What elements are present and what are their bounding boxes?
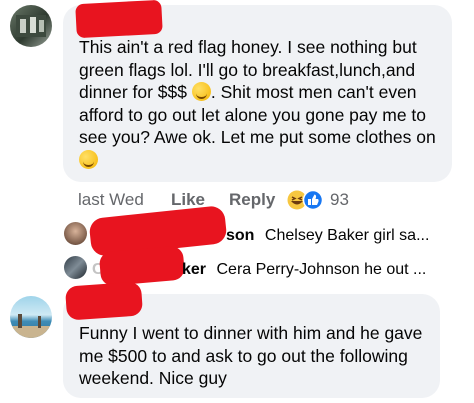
rofl-face-icon	[79, 149, 98, 169]
reply-preview: Cera Perry-Johnson he out ...	[216, 261, 427, 278]
comment-line	[79, 149, 449, 172]
comment-fragment: . Shit most men can't even	[210, 82, 417, 102]
reply-summary[interactable]: ker Cera Perry-Johnson he out ...	[182, 259, 426, 281]
like-label: Like	[171, 190, 206, 209]
comment-text: This ain't a red flag honey. I see nothi…	[79, 36, 449, 171]
comment-line: see you? Awe ok. Let me put some clothes…	[79, 127, 436, 147]
reply-label: Reply	[229, 190, 276, 209]
reply-author-fragment: son	[226, 227, 255, 244]
haha-like-reaction-icons	[287, 189, 324, 211]
commenter-avatar[interactable]	[10, 5, 52, 47]
comment-line: me $500 to and ask to go out the followi…	[79, 345, 408, 366]
comment-line: This ain't a red flag honey. I see nothi…	[79, 37, 417, 57]
reply-author-fragment: ker	[182, 261, 207, 278]
comment-line: weekend. Nice guy	[79, 368, 227, 388]
redacted-reply-author	[98, 245, 186, 287]
comment-line: green flags lol. I'll go to breakfast,lu…	[79, 59, 416, 80]
redacted-author-name	[75, 0, 163, 39]
comment-timestamp[interactable]: last Wed	[78, 190, 144, 209]
comment-text: Funny I went to dinner with him and he g…	[79, 322, 439, 390]
reply-avatar[interactable]	[64, 256, 87, 279]
reply-avatar[interactable]	[64, 222, 87, 245]
comment-meta-row: last Wed	[78, 188, 144, 212]
comment-line: Funny I went to dinner with him and he g…	[79, 323, 423, 343]
comment-fragment: dinner for $$$	[79, 82, 187, 102]
avatar-photo-icon	[16, 15, 46, 37]
reactions-summary[interactable]: 93	[286, 189, 349, 211]
reply-button[interactable]: Reply	[229, 188, 275, 212]
commenter-avatar[interactable]	[10, 296, 52, 338]
reply-preview: Chelsey Baker girl sa...	[264, 227, 430, 244]
avatar-photo-icon	[10, 314, 52, 338]
rofl-face-icon	[191, 82, 211, 101]
comment-line: afford to go out let alone you gone pay …	[79, 104, 427, 125]
reply-summary[interactable]: son Chelsey Baker girl sa...	[226, 225, 429, 247]
redacted-author-name	[64, 281, 144, 321]
reaction-count: 93	[330, 190, 349, 209]
comment-line: dinner for $$$ . Shit most men can't eve…	[79, 81, 449, 104]
